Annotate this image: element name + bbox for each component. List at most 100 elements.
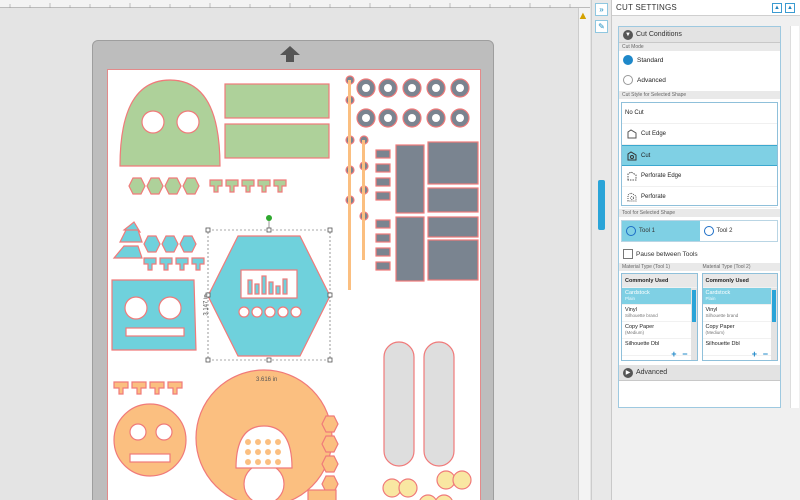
material-item[interactable]: Copy Paper (Medium) (622, 322, 697, 339)
shape-cyan-panel (111, 279, 197, 351)
material-name: Commonly Used (625, 278, 669, 284)
material-type-headers: Material Type (Tool 1) Material Type (To… (619, 263, 780, 271)
shape-green-hex (146, 177, 164, 195)
advanced-section-header[interactable]: ▶ Advanced (619, 365, 780, 381)
style-perforate[interactable]: Perforate (622, 187, 777, 208)
cut-conditions-header[interactable]: ▼ Cut Conditions (619, 27, 780, 43)
tool-selector: Tool 1 Tool 2 (621, 220, 778, 242)
add-material-button[interactable]: + (752, 350, 757, 359)
shape-cyan-hole (158, 296, 182, 320)
material-group-header: Commonly Used (622, 274, 697, 288)
material-item[interactable]: Cardstock Plain (702, 288, 777, 305)
shape-green-hex (164, 177, 182, 195)
pin-button[interactable]: ▲ (772, 3, 782, 13)
remove-material-button[interactable]: − (682, 350, 687, 359)
shape-cyan-wrench (159, 257, 173, 271)
shape-gray-panel (427, 141, 479, 185)
settings-tab-icon[interactable]: ✎ (595, 20, 608, 33)
rotate-handle[interactable] (266, 215, 272, 221)
material-sub: (Medium) (625, 330, 645, 335)
resize-handle[interactable] (205, 357, 211, 363)
material-scrollbar[interactable] (690, 288, 697, 360)
tool-1-button[interactable]: Tool 1 (622, 221, 700, 241)
mode-advanced[interactable]: Advanced (619, 71, 780, 91)
cut-area[interactable]: 3.616 in 3.147 in (107, 69, 481, 500)
shape-gray-panel (427, 216, 479, 238)
expand-chevron-icon: ▶ (623, 368, 633, 378)
perforate-icon (627, 192, 637, 202)
shape-gray-panel (395, 216, 425, 282)
shape-cyan-slot (125, 327, 185, 337)
pause-between-tools[interactable]: Pause between Tools (619, 245, 780, 263)
radio-checked-icon[interactable] (623, 55, 633, 65)
cut-edge-icon (627, 129, 637, 139)
shape-orange-wrench (149, 381, 165, 395)
material-scrollbar[interactable] (771, 288, 777, 360)
material-item[interactable]: Vinyl Silhouette brand (622, 305, 697, 322)
material-name: Commonly Used (705, 278, 749, 284)
resize-handle[interactable] (266, 227, 272, 233)
panel-toggle-icon[interactable]: » (595, 3, 608, 16)
resize-handle[interactable] (266, 357, 272, 363)
resize-handle[interactable] (327, 357, 333, 363)
warning-icon[interactable]: ▲ (577, 10, 589, 22)
cut-conditions-label: Cut Conditions (636, 31, 682, 38)
add-material-button[interactable]: + (671, 350, 676, 359)
shape-orange-wrench (131, 381, 147, 395)
resize-handle[interactable] (205, 227, 211, 233)
cut-mode-label: Cut Mode (619, 43, 780, 51)
radio-unchecked-icon[interactable] (623, 75, 633, 85)
material-item[interactable]: Copy Paper (Medium) (702, 322, 777, 339)
material-list-tool2[interactable]: Commonly Used Cardstock Plain Vinyl Silhou… (701, 273, 778, 361)
cut-settings-panel: CUT SETTINGS ▲ ▲ ▼ Cut Conditions Cut Mo… (611, 0, 800, 500)
shape-green-bar (224, 123, 330, 159)
mode-standard[interactable]: Standard (619, 51, 780, 71)
shape-green-eye-right (176, 110, 200, 134)
shape-orange-head (113, 403, 187, 477)
cut-style-label: Cut Style for Selected Shape (619, 91, 780, 99)
material-name: Silhouette Dbl (625, 341, 660, 347)
resize-handle[interactable] (327, 292, 333, 298)
material-tool2-label: Material Type (Tool 2) (702, 264, 751, 270)
remove-material-button[interactable]: − (763, 350, 768, 359)
material-list-tool1[interactable]: Commonly Used Cardstock Plain Vinyl Silhou… (621, 273, 698, 361)
material-sub: Silhouette brand (625, 313, 658, 318)
shape-cyan-trapezoid (119, 229, 143, 243)
style-cut[interactable]: Cut (622, 145, 777, 166)
style-label: No Cut (625, 110, 644, 116)
panel-scrollbar[interactable] (790, 26, 799, 408)
material-sub: Silhouette brand (705, 313, 739, 318)
shape-cyan-hex (143, 235, 161, 253)
feed-direction-arrow-icon (280, 46, 300, 62)
width-dimension-label: 3.616 in (256, 377, 278, 383)
material-item[interactable]: Vinyl Silhouette brand (702, 305, 777, 322)
shape-green-eye-left (141, 110, 165, 134)
material-item[interactable]: Cardstock Plain (622, 288, 697, 305)
resize-handle[interactable] (327, 227, 333, 233)
shape-green-wrench (225, 179, 239, 193)
pause-checkbox[interactable] (623, 249, 633, 259)
scroll-thumb[interactable] (598, 180, 605, 230)
shape-green-wrench (273, 179, 287, 193)
style-label: Perforate (641, 194, 666, 200)
cut-conditions-box: ▼ Cut Conditions Cut Mode Standard Advan… (618, 26, 781, 408)
design-canvas[interactable] (108, 70, 482, 500)
tool-2-button[interactable]: Tool 2 (699, 221, 777, 241)
style-perforate-edge[interactable]: Perforate Edge (622, 166, 777, 187)
style-cut-edge[interactable]: Cut Edge (622, 124, 777, 145)
shape-green-bar (224, 83, 330, 119)
height-dimension-label: 3.147 in (203, 294, 210, 316)
shape-orange-hex (321, 415, 339, 433)
pause-label: Pause between Tools (636, 251, 698, 258)
style-no-cut[interactable]: No Cut (622, 103, 777, 124)
shape-cyan-hex (179, 235, 197, 253)
material-tool1-label: Material Type (Tool 1) (622, 264, 670, 270)
mode-standard-label: Standard (637, 57, 664, 64)
perforate-edge-icon (627, 171, 637, 181)
tool-1-label: Tool 1 (639, 228, 656, 234)
workspace-scrollbar[interactable]: » ✎ (591, 0, 611, 500)
style-label: Cut (641, 153, 651, 159)
collapse-panel-button[interactable]: ▲ (785, 3, 795, 13)
tool-2-icon (703, 226, 714, 236)
shape-yellow-key (436, 470, 456, 490)
